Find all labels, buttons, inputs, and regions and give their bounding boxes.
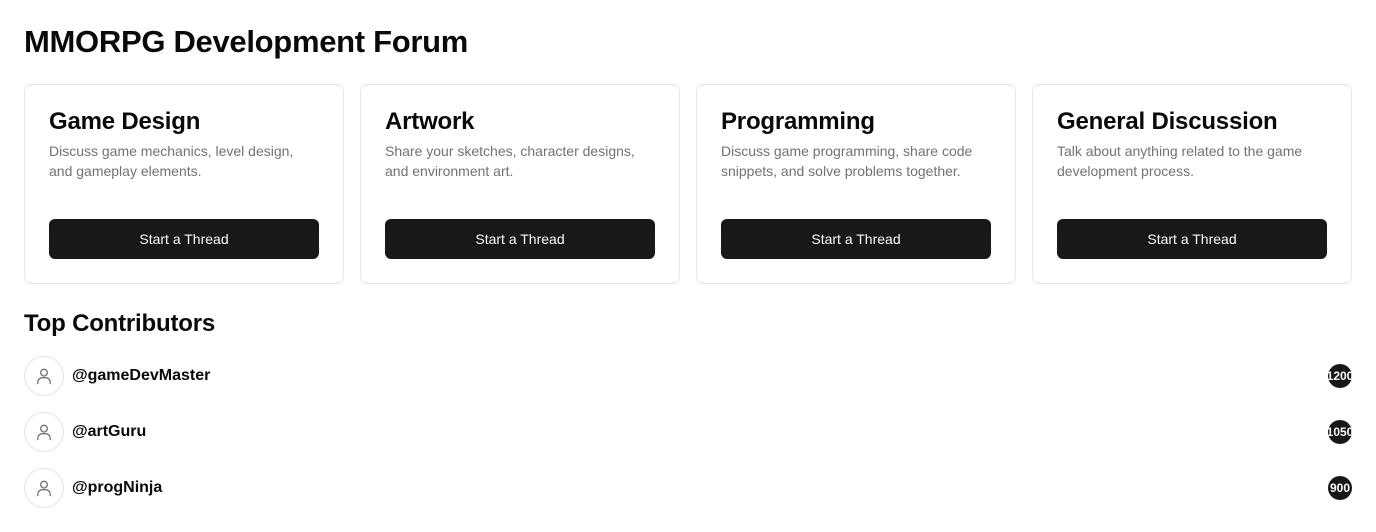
category-card-programming: Programming Discuss game programming, sh… [696, 84, 1016, 284]
score-badge: 1200 [1328, 364, 1352, 388]
start-thread-button[interactable]: Start a Thread [49, 219, 319, 259]
category-description: Talk about anything related to the game … [1057, 143, 1303, 179]
top-contributors-title: Top Contributors [24, 310, 215, 337]
contributor-row[interactable]: @artGuru 1050 [24, 412, 1352, 452]
start-thread-button[interactable]: Start a Thread [1057, 219, 1327, 259]
category-description: Discuss game programming, share code sni… [721, 143, 973, 179]
contributor-list: @gameDevMaster 1200 @artGuru 1050 @progN… [24, 356, 1352, 524]
contributor-row[interactable]: @progNinja 900 [24, 468, 1352, 508]
user-icon [37, 480, 51, 497]
contributor-handle[interactable]: @progNinja [72, 479, 162, 497]
score-badge: 1050 [1328, 420, 1352, 444]
user-icon [37, 424, 51, 441]
category-title: Artwork [385, 108, 475, 135]
score-badge: 900 [1328, 476, 1352, 500]
category-description: Share your sketches, character designs, … [385, 143, 635, 179]
contributor-handle[interactable]: @gameDevMaster [72, 367, 210, 385]
category-card-general-discussion: General Discussion Talk about anything r… [1032, 84, 1352, 284]
avatar[interactable] [24, 356, 64, 396]
category-card-game-design: Game Design Discuss game mechanics, leve… [24, 84, 344, 284]
category-card-artwork: Artwork Share your sketches, character d… [360, 84, 680, 284]
start-thread-button[interactable]: Start a Thread [721, 219, 991, 259]
avatar[interactable] [24, 412, 64, 452]
contributor-handle[interactable]: @artGuru [72, 423, 146, 441]
user-icon [37, 368, 51, 385]
category-grid: Game Design Discuss game mechanics, leve… [24, 84, 1352, 284]
page-title: MMORPG Development Forum [24, 24, 469, 59]
category-title: Programming [721, 108, 875, 135]
category-title: General Discussion [1057, 108, 1278, 135]
contributor-row[interactable]: @gameDevMaster 1200 [24, 356, 1352, 396]
category-title: Game Design [49, 108, 201, 135]
category-description: Discuss game mechanics, level design, an… [49, 143, 294, 179]
start-thread-button[interactable]: Start a Thread [385, 219, 655, 259]
avatar[interactable] [24, 468, 64, 508]
